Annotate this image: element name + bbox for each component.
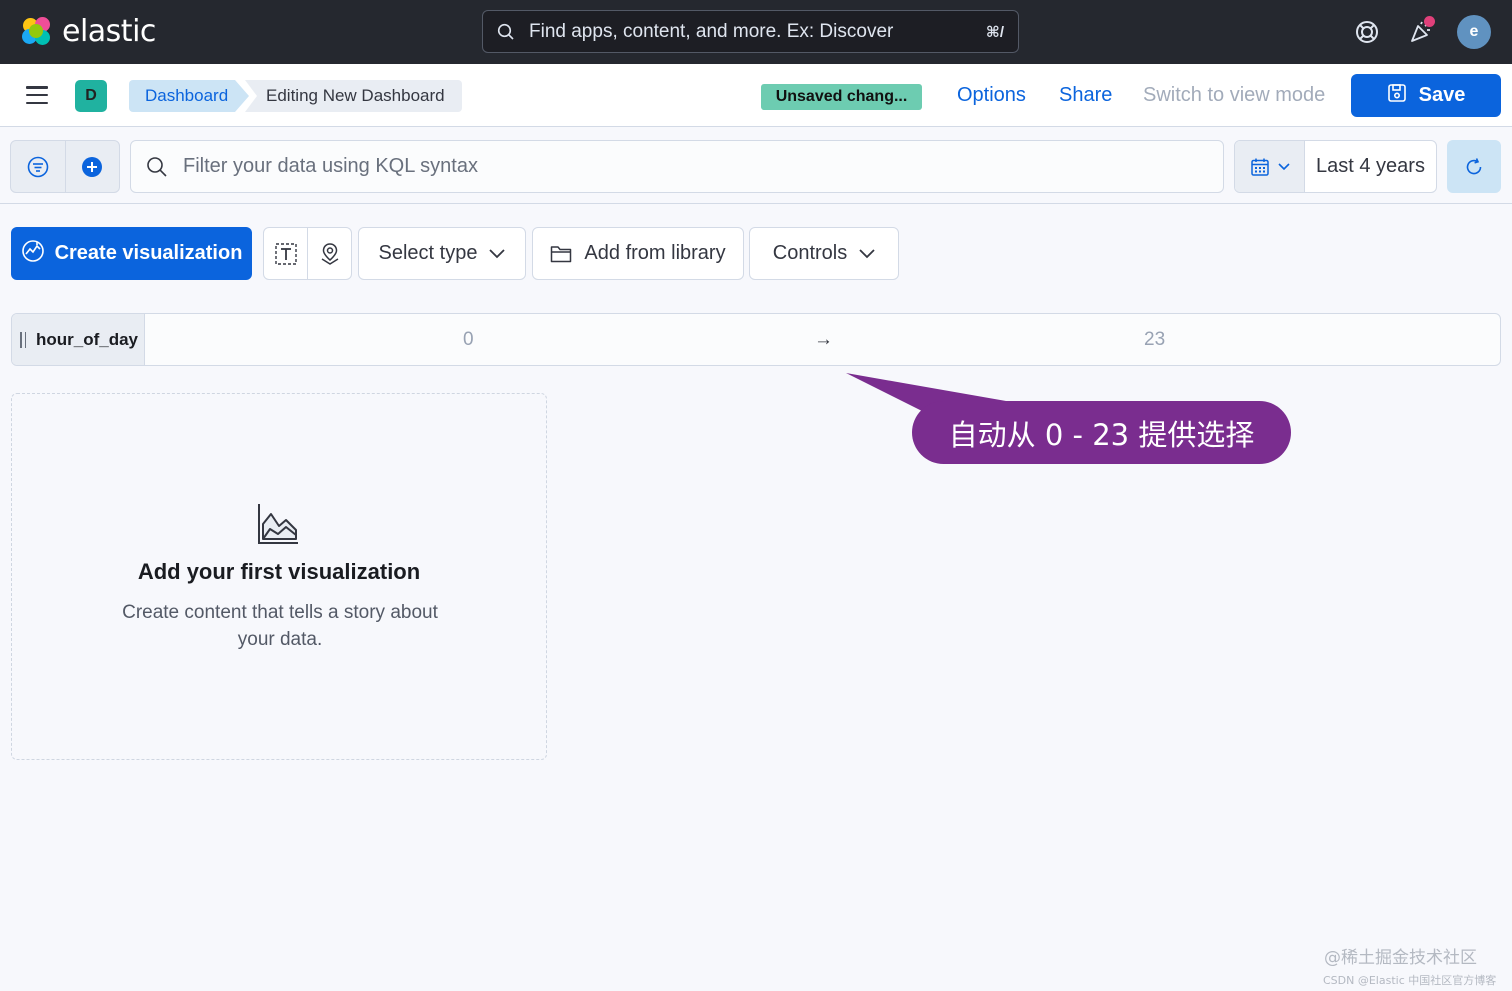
space-avatar[interactable]: D xyxy=(75,80,107,112)
brand-name: elastic xyxy=(62,14,156,49)
saved-query-menu-button[interactable] xyxy=(11,141,65,192)
switch-view-mode-link[interactable]: Switch to view mode xyxy=(1143,84,1325,107)
search-placeholder: Find apps, content, and more. Ex: Discov… xyxy=(529,20,894,42)
query-bar-divider xyxy=(0,203,1512,204)
news-feed-icon[interactable] xyxy=(1403,14,1439,50)
range-min-value[interactable]: 0 xyxy=(463,329,474,351)
create-visualization-button[interactable]: Create visualization xyxy=(11,227,252,280)
search-icon xyxy=(131,156,183,178)
help-icon[interactable] xyxy=(1349,14,1385,50)
chevron-down-icon xyxy=(1277,162,1290,170)
watermark-primary: @稀土掘金技术社区 xyxy=(1324,948,1477,968)
controls-label: Controls xyxy=(772,242,848,264)
map-marker-icon xyxy=(321,242,338,265)
kql-query-input[interactable]: Filter your data using KQL syntax xyxy=(130,140,1224,193)
text-icon xyxy=(274,242,297,265)
time-range-label[interactable]: Last 4 years xyxy=(1305,141,1436,192)
quick-menu-button[interactable] xyxy=(1235,141,1305,192)
filter-actions-group xyxy=(10,140,120,193)
plus-circle-icon xyxy=(82,156,103,177)
add-from-library-button[interactable]: Add from library xyxy=(532,227,744,280)
save-button[interactable]: Save xyxy=(1351,74,1501,117)
control-field-name: hour_of_day xyxy=(36,329,139,349)
search-icon xyxy=(483,23,529,41)
unsaved-changes-badge: Unsaved chang... xyxy=(761,84,922,110)
create-visualization-label: Create visualization xyxy=(54,242,243,264)
refresh-button[interactable] xyxy=(1447,140,1501,193)
controls-button[interactable]: Controls xyxy=(749,227,899,280)
save-icon xyxy=(1387,83,1407,109)
search-shortcut: ⌘/ xyxy=(985,23,1004,41)
add-map-button[interactable] xyxy=(307,228,351,279)
breadcrumb-current: Editing New Dashboard xyxy=(245,80,462,112)
global-search-input[interactable]: Find apps, content, and more. Ex: Discov… xyxy=(482,10,1019,53)
kql-placeholder: Filter your data using KQL syntax xyxy=(183,155,478,177)
empty-panel-title: Add your first visualization xyxy=(137,559,421,584)
select-type-label: Select type xyxy=(378,242,478,264)
calendar-icon xyxy=(1250,158,1269,176)
global-header: elastic Find apps, content, and more. Ex… xyxy=(0,0,1512,64)
add-text-button[interactable] xyxy=(264,228,307,279)
control-label[interactable]: hour_of_day xyxy=(12,314,145,365)
user-avatar[interactable]: e xyxy=(1457,15,1491,49)
elastic-logo[interactable]: elastic xyxy=(20,14,156,49)
add-filter-button[interactable] xyxy=(64,141,120,192)
share-link[interactable]: Share xyxy=(1059,84,1112,107)
options-link[interactable]: Options xyxy=(957,84,1026,107)
breadcrumb-dashboard[interactable]: Dashboard xyxy=(129,80,249,112)
elastic-logo-icon xyxy=(20,15,54,49)
add-from-library-label: Add from library xyxy=(584,242,726,264)
chevron-down-icon xyxy=(859,248,875,258)
range-slider-control: hour_of_day 0 → 23 xyxy=(11,313,1501,366)
save-label: Save xyxy=(1418,84,1466,106)
empty-dashboard-panel: Add your first visualization Create cont… xyxy=(11,393,547,760)
watermark-secondary: CSDN @Elastic 中国社区官方博客 xyxy=(1323,974,1497,987)
visualize-icon xyxy=(21,239,45,269)
select-type-button[interactable]: Select type xyxy=(358,227,526,280)
range-max-value[interactable]: 23 xyxy=(1144,329,1165,351)
empty-panel-description: Create content that tells a story about … xyxy=(122,602,438,650)
date-picker[interactable]: Last 4 years xyxy=(1234,140,1437,193)
quick-add-group xyxy=(263,227,352,280)
filter-menu-icon xyxy=(27,156,49,177)
app-toolbar: D Dashboard Editing New Dashboard Unsave… xyxy=(0,64,1512,127)
folder-icon xyxy=(551,245,572,262)
annotation-callout: 自动从 0 - 23 提供选择 xyxy=(912,401,1291,464)
chevron-down-icon xyxy=(489,248,506,258)
area-chart-icon xyxy=(256,502,300,551)
drag-handle-icon[interactable] xyxy=(20,331,26,348)
range-arrow-icon: → xyxy=(814,329,833,350)
menu-toggle-icon[interactable] xyxy=(26,86,48,104)
notification-dot xyxy=(1424,16,1435,27)
refresh-icon xyxy=(1466,157,1482,174)
